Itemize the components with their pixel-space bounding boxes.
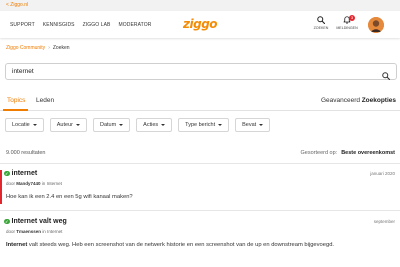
meta-prefix: door	[6, 181, 16, 186]
result-date: januari 2020	[370, 171, 395, 176]
filter-auteur[interactable]: Auteur	[49, 118, 87, 132]
nav-item-support[interactable]: SUPPORT	[10, 22, 35, 28]
filter-locatie[interactable]: Locatie	[5, 118, 44, 132]
ziggo-logo[interactable]: ziggo	[183, 17, 218, 31]
snippet-highlight: Internet	[6, 242, 28, 248]
filter-label: Bevat	[242, 122, 257, 128]
sort-label: Gesorteerd op:	[300, 150, 338, 156]
filter-bevat[interactable]: Bevat	[235, 118, 271, 132]
filter-acties[interactable]: Acties	[136, 118, 173, 132]
site-header: SUPPORT KENNISGIDS ZIGGO LAB MODERATOR z…	[0, 11, 400, 38]
caret-down-icon	[259, 124, 264, 126]
caret-down-icon	[75, 124, 80, 126]
nav-item-moderator[interactable]: MODERATOR	[118, 22, 151, 28]
meta-in: in	[41, 181, 46, 186]
nav-item-ziggo-lab[interactable]: ZIGGO LAB	[83, 22, 111, 28]
result-title[interactable]: ✓ internet	[4, 170, 37, 177]
breadcrumb: Ziggo Community › Zoeken	[6, 45, 70, 51]
result-location[interactable]: Internet	[47, 181, 62, 186]
filter-label: Type bericht	[185, 122, 216, 128]
search-input[interactable]	[12, 68, 372, 75]
notifications-label: MELDINGEN	[336, 26, 358, 30]
divider	[0, 210, 400, 211]
divider	[0, 163, 400, 164]
breadcrumb-separator: ›	[48, 45, 50, 51]
avatar-image	[368, 17, 384, 33]
search-label: ZOEKEN	[313, 26, 329, 30]
search-submit-button[interactable]	[382, 67, 391, 85]
result-title-text: Internet valt weg	[11, 218, 67, 225]
filter-label: Auteur	[56, 122, 73, 128]
nav-item-kennisgids[interactable]: KENNISGIDS	[43, 22, 75, 28]
notification-count-badge: 3	[349, 15, 355, 21]
result-date: september	[373, 219, 395, 224]
active-tab-indicator	[3, 109, 28, 111]
main-nav: SUPPORT KENNISGIDS ZIGGO LAB MODERATOR	[10, 22, 151, 28]
filter-label: Datum	[99, 122, 117, 128]
search-icon	[317, 16, 325, 24]
utility-bar: < Ziggo.nl	[0, 0, 400, 11]
logo-wordmark: ziggo	[183, 17, 218, 31]
result-snippet: Hoe kan ik een 2.4 en een 5g wifi kanaal…	[6, 194, 133, 200]
caret-down-icon	[161, 124, 166, 126]
caret-down-icon	[32, 124, 37, 126]
result-tabs: Topics Leden Geavanceerd Zoekopties	[0, 95, 400, 111]
check-circle-icon: ✓	[4, 218, 10, 225]
check-circle-icon: ✓	[4, 170, 10, 177]
result-location[interactable]: Internet	[47, 229, 62, 234]
search-result[interactable]: ✓ internet januari 2020 door Mandy7440 i…	[0, 170, 400, 204]
caret-down-icon	[218, 124, 223, 126]
sort-value: Beste overeenkomst	[341, 150, 395, 156]
sort-control[interactable]: Gesorteerd op: Beste overeenkomst	[301, 150, 396, 156]
search-box	[5, 63, 397, 81]
header-notifications-button[interactable]: 3 MELDINGEN	[336, 15, 358, 30]
search-result[interactable]: ✓ Internet valt weg september door Tmaen…	[0, 218, 400, 258]
meta-in: in	[42, 229, 46, 234]
snippet-text: valt steeds weg. Heb een screenshot van …	[27, 242, 335, 248]
meta-prefix: door	[6, 229, 16, 234]
caret-down-icon	[119, 124, 124, 126]
filter-bar: Locatie Auteur Datum Acties Type bericht…	[5, 118, 271, 132]
result-title[interactable]: ✓ Internet valt weg	[4, 218, 67, 225]
search-icon	[382, 72, 391, 81]
header-search-button[interactable]: ZOEKEN	[310, 16, 332, 30]
filter-datum[interactable]: Datum	[92, 118, 131, 132]
result-author[interactable]: Mandy7440	[16, 181, 40, 186]
filter-label: Locatie	[12, 122, 30, 128]
filter-label: Acties	[143, 122, 159, 128]
result-accent-bar	[0, 170, 2, 204]
result-meta: door Mandy7440 in Internet	[6, 181, 62, 186]
result-snippet: Internet valt steeds weg. Heb een screen…	[6, 242, 334, 248]
tab-leden[interactable]: Leden	[36, 97, 54, 104]
search-options-button[interactable]: Zoekopties	[362, 97, 396, 104]
result-author[interactable]: Tmaenssen	[16, 229, 41, 234]
snippet-text: Hoe kan ik een 2.4 en een 5g wifi kanaal…	[6, 194, 133, 200]
results-count: 9.000 resultaten	[6, 150, 46, 156]
breadcrumb-current: Zoeken	[52, 45, 70, 51]
result-meta: door Tmaenssen in Internet	[6, 229, 62, 234]
advanced-search-link[interactable]: Geavanceerd	[321, 97, 360, 104]
tab-topics[interactable]: Topics	[7, 97, 25, 104]
breadcrumb-root-link[interactable]: Ziggo Community	[6, 45, 45, 51]
result-title-text: internet	[11, 170, 38, 177]
filter-type-bericht[interactable]: Type bericht	[178, 118, 230, 132]
back-to-ziggo-link[interactable]: < Ziggo.nl	[6, 2, 28, 8]
user-avatar[interactable]	[368, 17, 384, 33]
